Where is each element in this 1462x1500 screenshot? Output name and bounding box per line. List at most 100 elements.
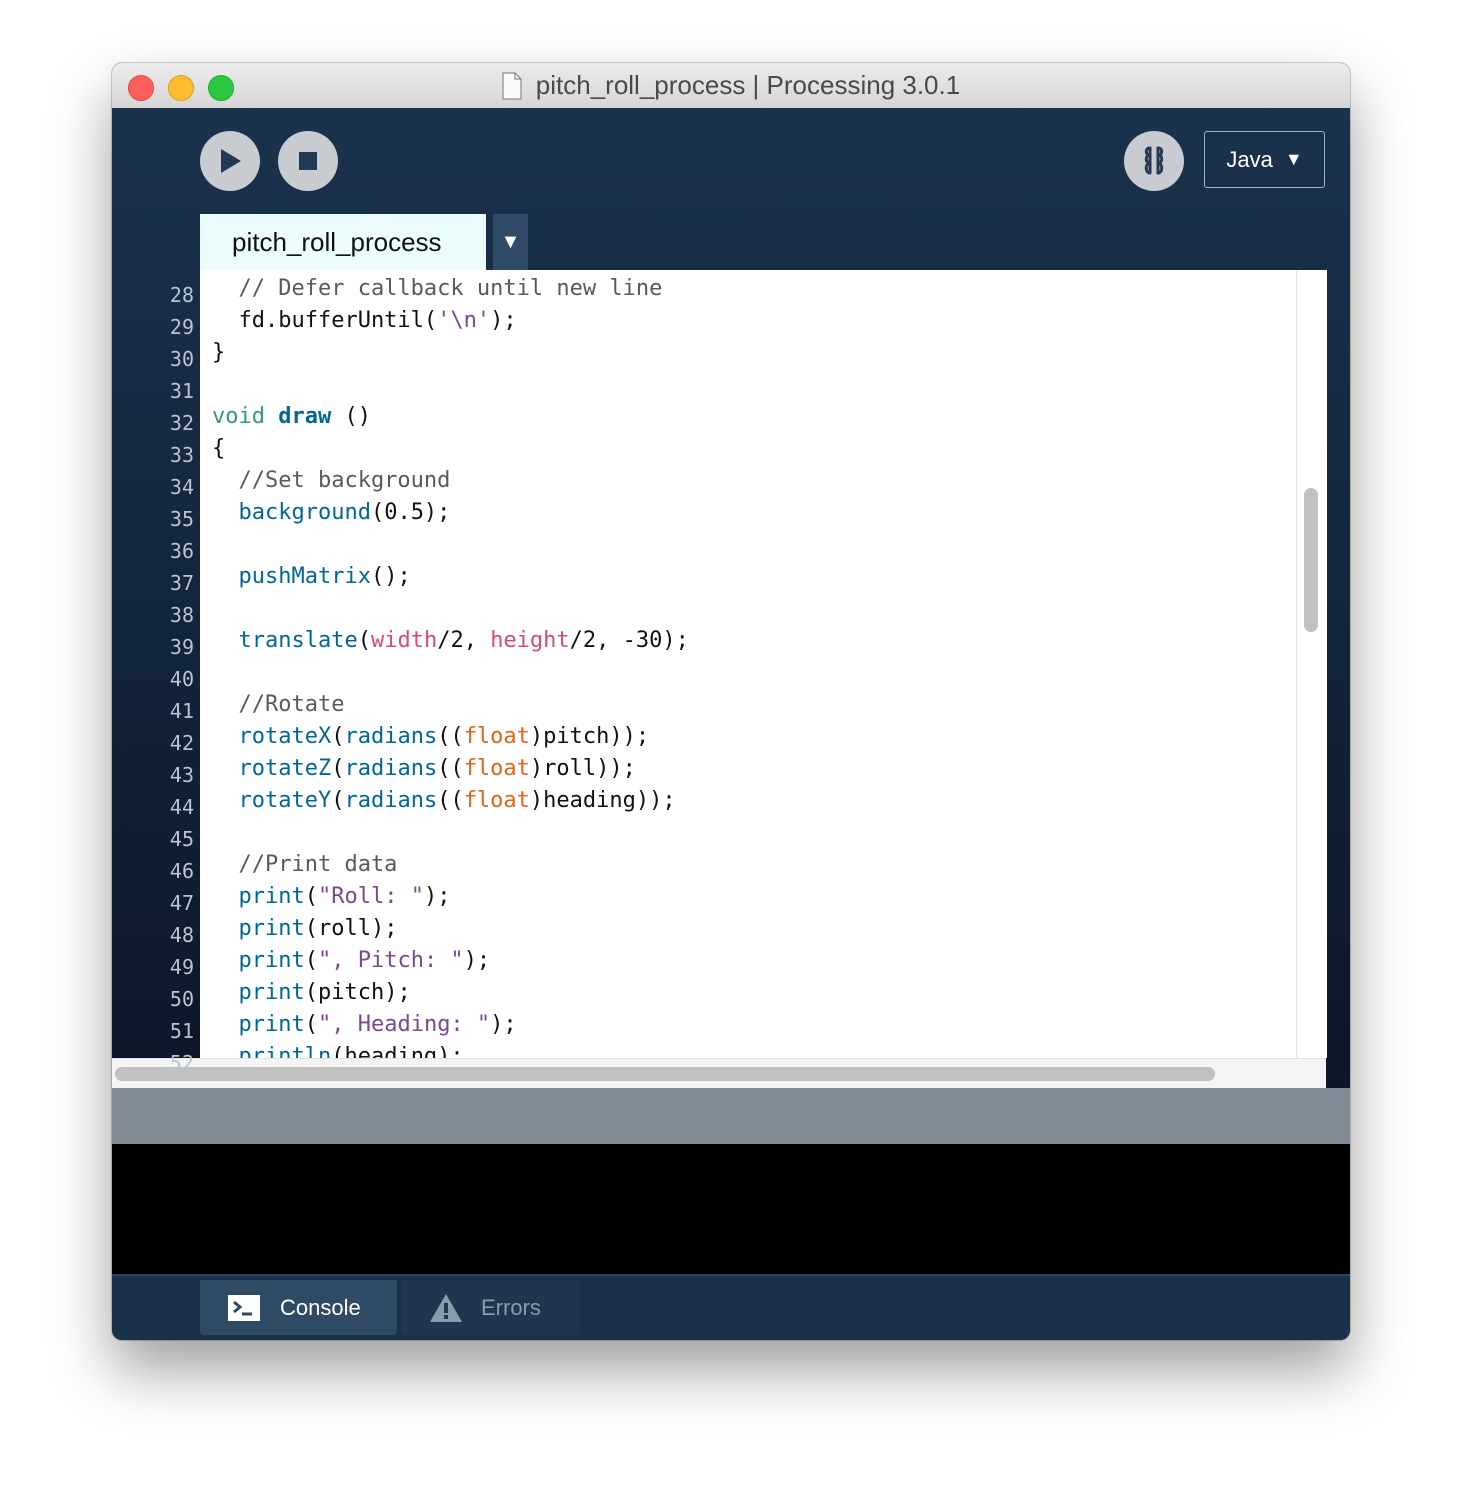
line-number: 33 <box>169 443 194 467</box>
code-line[interactable]: { <box>212 433 225 465</box>
code-token: fd.bufferUntil( <box>212 308 438 333</box>
footer-tabs: Console Errors <box>112 1274 1350 1340</box>
code-token: pushMatrix <box>238 564 371 589</box>
code-token: print <box>238 948 305 973</box>
code-token: )pitch)); <box>529 724 650 749</box>
code-line[interactable]: print(roll); <box>212 913 398 945</box>
code-line[interactable]: print("Roll: "); <box>212 881 451 913</box>
code-line[interactable]: print(pitch); <box>212 977 411 1009</box>
code-token: ); <box>463 948 491 973</box>
code-line[interactable]: //Set background <box>212 465 450 497</box>
code-token: print <box>238 1012 305 1037</box>
line-number: 45 <box>169 827 194 851</box>
code-token: println <box>238 1044 332 1058</box>
code-line[interactable]: background(0.5); <box>212 497 451 529</box>
code-token: ( <box>331 724 345 749</box>
code-token: float <box>463 788 530 813</box>
vertical-scrollbar-track[interactable] <box>1296 270 1327 1058</box>
code-token: //Rotate <box>212 692 345 717</box>
processing-window: pitch_roll_process | Processing 3.0.1 Ja… <box>112 63 1350 1340</box>
code-token: // Defer callback until new line <box>212 276 663 301</box>
stop-button[interactable] <box>278 131 338 191</box>
code-line[interactable]: fd.bufferUntil('\n'); <box>212 305 517 337</box>
code-token: rotateY <box>238 788 332 813</box>
errors-tab[interactable]: Errors <box>401 1280 580 1335</box>
line-number: 34 <box>169 475 194 499</box>
chevron-down-icon: ▼ <box>500 230 521 253</box>
mode-selector[interactable]: Java ▼ <box>1204 131 1325 188</box>
code-token: rotateZ <box>238 756 332 781</box>
line-number: 50 <box>169 987 194 1011</box>
code-token: width <box>370 628 438 653</box>
code-line[interactable]: } <box>212 337 225 369</box>
code-token: translate <box>238 628 358 653</box>
code-token: //Print data <box>212 852 398 877</box>
line-number: 44 <box>169 795 194 819</box>
code-line[interactable]: // Defer callback until new line <box>212 273 662 305</box>
code-token: (roll); <box>304 916 398 941</box>
line-number: 31 <box>169 379 194 403</box>
code-token: (( <box>437 788 464 813</box>
code-token: "Roll: " <box>317 884 424 909</box>
code-token: ); <box>490 308 517 333</box>
line-number: 43 <box>169 763 194 787</box>
code-token: ( <box>304 884 318 909</box>
code-token: ( <box>304 1012 318 1037</box>
code-editor[interactable]: // Defer callback until new line fd.buff… <box>200 270 1326 1058</box>
code-token: height <box>490 628 570 653</box>
code-token: rotateX <box>238 724 332 749</box>
code-token: ", Heading: " <box>317 1012 491 1037</box>
code-token: )roll)); <box>529 756 636 781</box>
run-button[interactable] <box>200 131 260 191</box>
code-token: } <box>212 340 226 365</box>
line-number: 37 <box>169 571 194 595</box>
status-bar <box>112 1088 1350 1144</box>
code-token: draw <box>278 404 332 429</box>
horizontal-scrollbar-thumb[interactable] <box>115 1067 1215 1081</box>
console-tab-label: Console <box>280 1294 361 1320</box>
code-line[interactable]: rotateX(radians((float)pitch)); <box>212 721 650 753</box>
code-line[interactable]: rotateY(radians((float)heading)); <box>212 785 676 817</box>
code-line[interactable]: translate(width/2, height/2, -30); <box>212 625 689 657</box>
code-line[interactable]: print(", Pitch: "); <box>212 945 491 977</box>
tab-menu-button[interactable]: ▼ <box>493 214 528 270</box>
code-token: { <box>212 436 226 461</box>
stop-icon <box>299 152 317 170</box>
play-icon <box>221 149 241 173</box>
line-number: 41 <box>169 699 194 723</box>
tab-pitch-roll-process[interactable]: pitch_roll_process <box>200 214 486 270</box>
window-title: pitch_roll_process | Processing 3.0.1 <box>535 70 961 100</box>
code-token: radians <box>344 724 438 749</box>
debugger-button[interactable] <box>1124 131 1184 191</box>
code-line[interactable]: rotateZ(radians((float)roll)); <box>212 753 636 785</box>
errors-tab-label: Errors <box>481 1294 541 1320</box>
code-line[interactable]: println(heading); <box>212 1041 464 1058</box>
line-number: 48 <box>169 923 194 947</box>
line-number: 36 <box>169 539 194 563</box>
code-line[interactable]: print(", Heading: "); <box>212 1009 517 1041</box>
code-line[interactable]: //Rotate <box>212 689 344 721</box>
code-line[interactable]: //Print data <box>212 849 397 881</box>
editor-main: Java ▼ pitch_roll_process ▼ // Defer cal… <box>112 108 1350 1108</box>
line-number: 47 <box>169 891 194 915</box>
console-output[interactable] <box>112 1144 1350 1274</box>
vertical-scrollbar-thumb[interactable] <box>1304 488 1318 632</box>
code-token: '\n' <box>437 308 491 333</box>
code-token: (heading); <box>331 1044 464 1058</box>
code-token: float <box>463 756 530 781</box>
line-number: 35 <box>169 507 194 531</box>
code-line[interactable]: pushMatrix(); <box>212 561 411 593</box>
code-line[interactable]: void draw () <box>212 401 371 433</box>
code-token: void <box>212 404 265 429</box>
console-tab[interactable]: Console <box>200 1280 397 1335</box>
code-token: //Set background <box>212 468 451 493</box>
horizontal-scrollbar-track[interactable] <box>112 1058 1326 1089</box>
tab-label: pitch_roll_process <box>232 226 442 257</box>
